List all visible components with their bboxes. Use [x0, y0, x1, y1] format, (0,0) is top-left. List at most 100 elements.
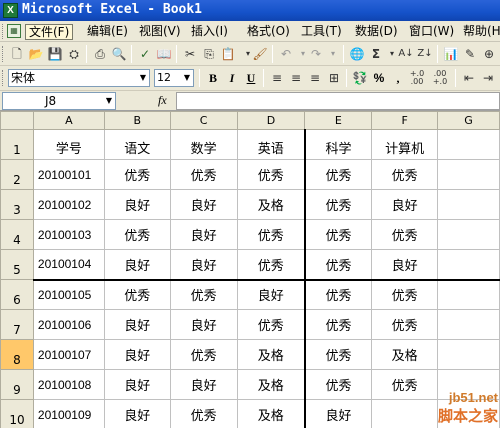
menu-format[interactable]: 格式(O)	[244, 24, 293, 40]
cell-b9[interactable]: 良好	[103, 369, 171, 400]
column-header-d[interactable]: D	[236, 111, 306, 130]
menu-view[interactable]: 视图(V)	[136, 24, 184, 40]
cell-g4[interactable]	[437, 219, 500, 250]
cell-f2[interactable]: 优秀	[371, 159, 439, 190]
cell-d1[interactable]: 英语	[236, 129, 306, 160]
column-header-a[interactable]: A	[32, 111, 105, 130]
cell-c9[interactable]: 良好	[169, 369, 238, 400]
cell-e5[interactable]: 优秀	[304, 249, 373, 280]
cell-e9[interactable]: 优秀	[304, 369, 373, 400]
cell-c1[interactable]: 数学	[169, 129, 238, 160]
cell-c10[interactable]: 优秀	[169, 399, 238, 428]
cell-c7[interactable]: 良好	[169, 309, 238, 340]
cell-a4[interactable]: 20100103	[32, 219, 105, 250]
cell-g6[interactable]	[437, 278, 500, 310]
increase-indent-icon[interactable]: ⇥	[480, 70, 496, 86]
cell-e1[interactable]: 科学	[304, 129, 373, 160]
cell-e10[interactable]: 良好	[304, 399, 373, 428]
column-header-e[interactable]: E	[304, 111, 373, 130]
paste-icon[interactable]: 📋	[220, 46, 236, 62]
cell-a1[interactable]: 学号	[32, 129, 105, 160]
menu-window[interactable]: 窗口(W)	[406, 24, 457, 40]
cell-f7[interactable]: 优秀	[371, 309, 439, 340]
autosum-icon[interactable]: Σ	[368, 46, 384, 62]
row-header[interactable]: 1	[0, 129, 34, 160]
sort-ascending-icon[interactable]: A↓	[398, 46, 414, 62]
spelling-icon[interactable]: ✓	[137, 46, 153, 62]
cell-g7[interactable]	[437, 309, 500, 340]
italic-button[interactable]: I	[224, 70, 240, 86]
document-icon[interactable]: ▦	[7, 24, 21, 38]
row-header[interactable]: 2	[0, 159, 34, 190]
chevron-down-icon[interactable]: ▼	[137, 70, 149, 86]
row-header[interactable]: 5	[0, 249, 34, 280]
cell-e7[interactable]: 优秀	[304, 309, 373, 340]
cell-e6[interactable]: 优秀	[304, 278, 373, 310]
increase-decimal-button[interactable]: +.0.00	[409, 70, 425, 86]
hyperlink-icon[interactable]: 🌐	[349, 46, 365, 62]
row-header[interactable]: 3	[0, 189, 34, 220]
column-header-c[interactable]: C	[169, 111, 238, 130]
cell-b5[interactable]: 良好	[103, 249, 171, 280]
cell-a3[interactable]: 20100102	[32, 189, 105, 220]
cell-b4[interactable]: 优秀	[103, 219, 171, 250]
chart-wizard-icon[interactable]: 📊	[443, 46, 459, 62]
cell-d10[interactable]: 及格	[236, 399, 306, 428]
cell-f8[interactable]: 及格	[371, 339, 439, 370]
cell-e2[interactable]: 优秀	[304, 159, 373, 190]
format-painter-icon[interactable]: 🖌	[252, 46, 268, 62]
menu-edit[interactable]: 编辑(E)	[84, 24, 131, 40]
select-all-corner[interactable]	[0, 111, 34, 130]
cell-d2[interactable]: 优秀	[236, 159, 306, 190]
sort-descending-icon[interactable]: Z↓	[417, 46, 433, 62]
redo-icon[interactable]: ↷	[308, 46, 324, 62]
cell-e8[interactable]: 优秀	[304, 339, 373, 370]
chevron-down-icon[interactable]: ▼	[181, 70, 193, 86]
print-preview-icon[interactable]: 🔍	[111, 46, 127, 62]
cell-c8[interactable]: 优秀	[169, 339, 238, 370]
cell-d7[interactable]: 优秀	[236, 309, 306, 340]
cell-c6[interactable]: 优秀	[169, 278, 238, 310]
underline-button[interactable]: U	[243, 70, 259, 86]
cell-f1[interactable]: 计算机	[371, 129, 439, 160]
research-icon[interactable]: 📖	[156, 46, 172, 62]
menu-file[interactable]: 文件(F)	[25, 24, 74, 40]
currency-icon[interactable]: 💱	[352, 70, 368, 86]
cell-a7[interactable]: 20100106	[32, 309, 105, 340]
align-right-icon[interactable]: ≡	[307, 70, 323, 86]
cell-a10[interactable]: 20100109	[32, 399, 105, 428]
align-left-icon[interactable]: ≡	[269, 70, 285, 86]
cell-f3[interactable]: 良好	[371, 189, 439, 220]
cell-d6[interactable]: 良好	[236, 278, 306, 310]
cell-d5[interactable]: 优秀	[236, 249, 306, 280]
cell-b7[interactable]: 良好	[103, 309, 171, 340]
row-header[interactable]: 9	[0, 369, 34, 400]
font-name-select[interactable]: 宋体 ▼	[8, 69, 150, 87]
cell-f9[interactable]: 优秀	[371, 369, 439, 400]
cell-g3[interactable]	[437, 189, 500, 220]
cell-b2[interactable]: 优秀	[103, 159, 171, 190]
new-icon[interactable]: 🗋	[9, 46, 25, 62]
cell-c5[interactable]: 良好	[169, 249, 238, 280]
cell-d9[interactable]: 及格	[236, 369, 306, 400]
undo-icon[interactable]: ↶	[278, 46, 294, 62]
column-header-b[interactable]: B	[103, 111, 171, 130]
column-header-g[interactable]: G	[437, 111, 500, 130]
copy-icon[interactable]: ⎘	[201, 46, 217, 62]
row-header[interactable]: 10	[0, 399, 34, 428]
cell-c2[interactable]: 优秀	[169, 159, 238, 190]
menu-help[interactable]: 帮助(H)	[460, 24, 500, 40]
cell-b6[interactable]: 优秀	[103, 278, 171, 310]
formula-input[interactable]	[176, 92, 500, 110]
cell-e4[interactable]: 优秀	[304, 219, 373, 250]
merge-center-icon[interactable]: ⊞	[326, 70, 342, 86]
cell-b3[interactable]: 良好	[103, 189, 171, 220]
column-header-f[interactable]: F	[371, 111, 439, 130]
cell-d3[interactable]: 及格	[236, 189, 306, 220]
menu-insert[interactable]: 插入(I)	[188, 24, 231, 40]
excel-icon[interactable]: X	[3, 3, 18, 18]
cell-a8[interactable]: 20100107	[32, 339, 105, 370]
cell-a9[interactable]: 20100108	[32, 369, 105, 400]
decrease-indent-icon[interactable]: ⇤	[461, 70, 477, 86]
cell-c4[interactable]: 良好	[169, 219, 238, 250]
